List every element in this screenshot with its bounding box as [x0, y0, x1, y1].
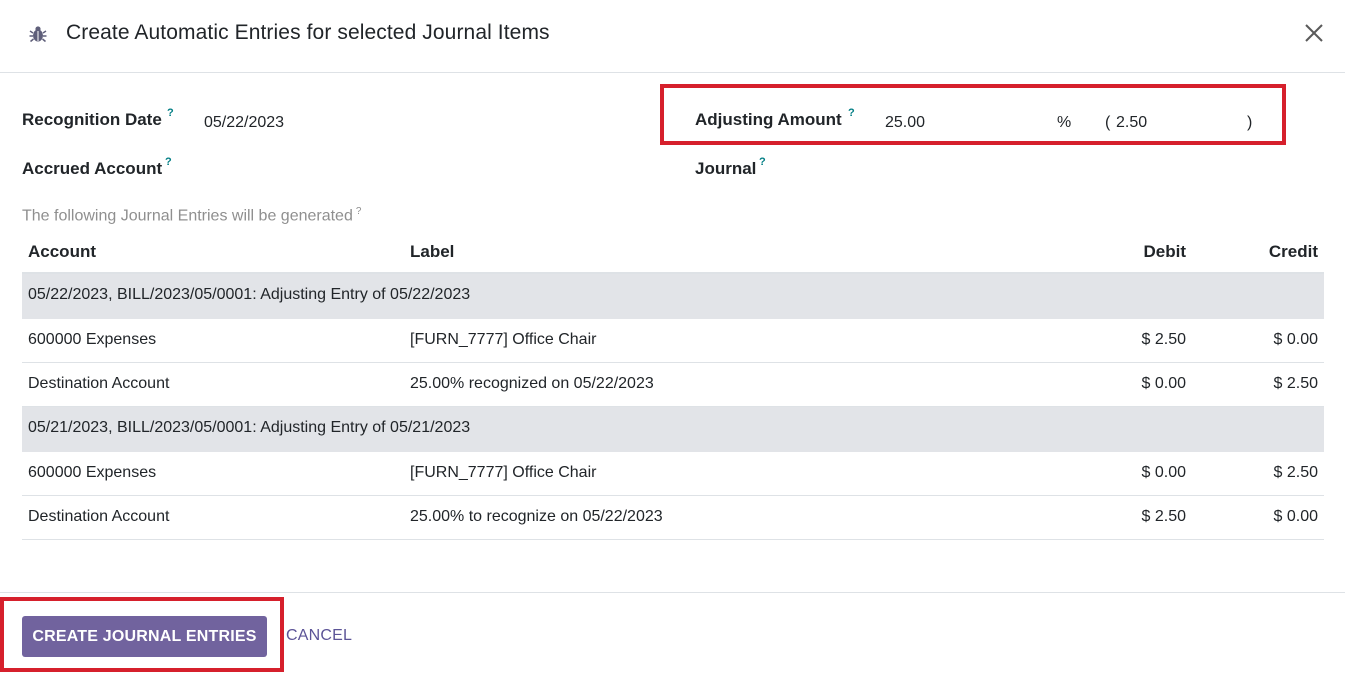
create-journal-entries-button[interactable]: CREATE JOURNAL ENTRIES — [22, 616, 267, 657]
account-cell: 600000 Expenses — [28, 331, 157, 348]
amount-close-paren: ) — [1247, 114, 1253, 131]
adjusting-amount-input[interactable]: 2.50 — [1116, 114, 1147, 132]
automatic-entries-dialog: Create Automatic Entries for selected Jo… — [0, 0, 1345, 675]
debit-cell: $ 2.50 — [1141, 331, 1186, 348]
adjusting-amount-label: Adjusting Amount — [695, 110, 842, 129]
debit-cell: $ 0.00 — [1141, 375, 1186, 392]
credit-cell: $ 2.50 — [1273, 375, 1318, 392]
bug-icon — [29, 26, 47, 43]
debit-cell: $ 2.50 — [1141, 508, 1186, 525]
account-cell: Destination Account — [28, 508, 170, 525]
recognition-date-field[interactable]: 05/22/2023 — [204, 114, 284, 132]
group-row: 05/21/2023, BILL/2023/05/0001: Adjusting… — [22, 407, 1324, 452]
label-cell: [FURN_7777] Office Chair — [410, 331, 597, 348]
label-cell: [FURN_7777] Office Chair — [410, 464, 597, 481]
cancel-button[interactable]: CANCEL — [286, 627, 352, 645]
column-credit: Credit — [1268, 242, 1318, 261]
preview-note: The following Journal Entries will be ge… — [22, 206, 361, 225]
debit-cell: $ 0.00 — [1141, 464, 1186, 481]
accrued-account-field[interactable] — [204, 163, 644, 183]
preview-note-text: The following Journal Entries will be ge… — [22, 207, 353, 225]
group-row: 05/22/2023, BILL/2023/05/0001: Adjusting… — [22, 274, 1324, 319]
dialog-footer: CREATE JOURNAL ENTRIES CANCEL — [0, 592, 1345, 675]
table-row: 600000 Expenses [FURN_7777] Office Chair… — [22, 452, 1324, 496]
journal-label: Journal — [695, 159, 757, 178]
group-title: 05/22/2023, BILL/2023/05/0001: Adjusting… — [28, 286, 471, 303]
adjusting-amount-help-icon[interactable]: ? — [848, 107, 855, 119]
group-title: 05/21/2023, BILL/2023/05/0001: Adjusting… — [28, 419, 471, 436]
table-row: 600000 Expenses [FURN_7777] Office Chair… — [22, 319, 1324, 363]
credit-cell: $ 0.00 — [1273, 508, 1318, 525]
column-debit: Debit — [1143, 242, 1187, 261]
account-cell: Destination Account — [28, 375, 170, 392]
recognition-date-label: Recognition Date — [22, 110, 162, 129]
credit-cell: $ 0.00 — [1273, 331, 1318, 348]
journal-field[interactable] — [885, 163, 1285, 183]
recognition-date-help-icon[interactable]: ? — [167, 107, 174, 119]
label-cell: 25.00% to recognize on 05/22/2023 — [410, 508, 663, 525]
dialog-title: Create Automatic Entries for selected Jo… — [66, 21, 550, 44]
close-icon[interactable] — [1302, 21, 1326, 45]
table-header: Account Label Debit Credit — [22, 232, 1324, 274]
credit-cell: $ 2.50 — [1273, 464, 1318, 481]
table-row: Destination Account 25.00% recognized on… — [22, 363, 1324, 407]
account-cell: 600000 Expenses — [28, 464, 157, 481]
journal-help-icon[interactable]: ? — [759, 156, 766, 168]
label-cell: 25.00% recognized on 05/22/2023 — [410, 375, 654, 392]
preview-note-help-icon[interactable]: ? — [356, 206, 362, 217]
amount-open-paren: ( — [1105, 114, 1111, 131]
table-row: Destination Account 25.00% to recognize … — [22, 496, 1324, 540]
percent-sign: % — [1057, 114, 1072, 131]
accrued-account-help-icon[interactable]: ? — [165, 156, 172, 168]
dialog-header: Create Automatic Entries for selected Jo… — [0, 0, 1345, 73]
column-account: Account — [28, 242, 96, 261]
journal-entries-preview-table: Account Label Debit Credit 05/22/2023, B… — [22, 232, 1324, 540]
accrued-account-label: Accrued Account — [22, 159, 163, 178]
column-label: Label — [410, 242, 455, 261]
adjusting-percentage-input[interactable]: 25.00 — [885, 114, 925, 132]
